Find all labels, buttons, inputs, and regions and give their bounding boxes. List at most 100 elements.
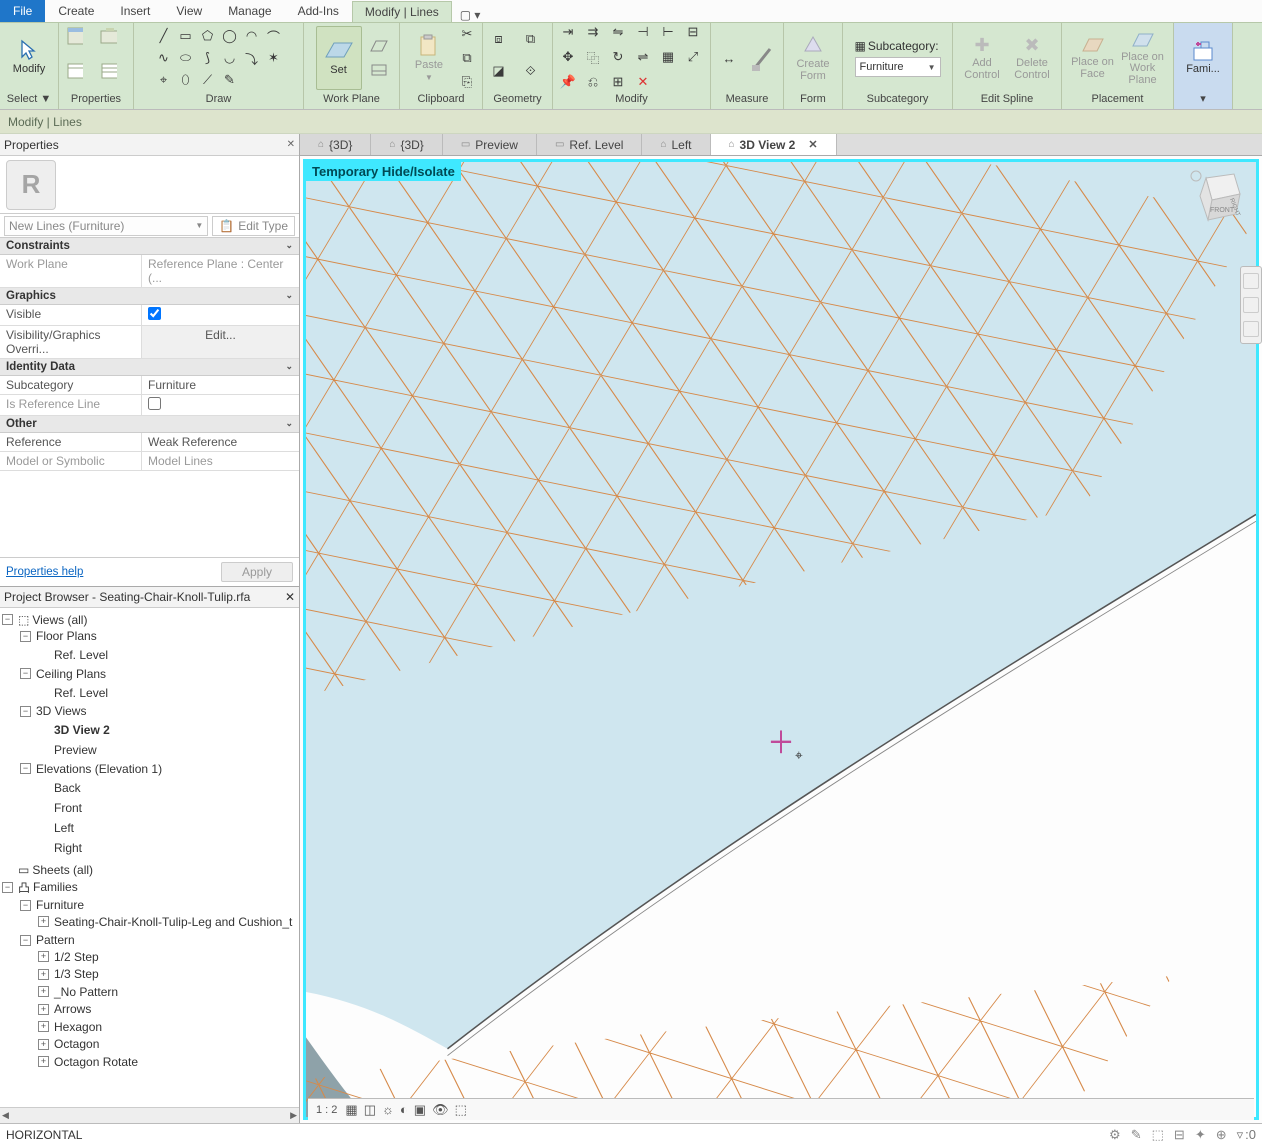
project-browser-close[interactable]: ✕ xyxy=(285,590,295,604)
tab-insert[interactable]: Insert xyxy=(107,0,163,22)
geom-split[interactable]: ⟐ xyxy=(522,62,540,80)
match-btn[interactable]: ⎘ xyxy=(458,73,476,91)
geom-paint[interactable]: ◪ xyxy=(490,62,508,80)
tree-elevations[interactable]: Elevations (Elevation 1) xyxy=(36,762,162,776)
tab-file[interactable]: File xyxy=(0,0,45,22)
tree-p4[interactable]: Arrows xyxy=(54,1002,91,1016)
row-reference[interactable]: ReferenceWeak Reference xyxy=(0,433,299,452)
view-scale[interactable]: 1 : 2 xyxy=(316,1104,337,1116)
place-wp-button[interactable]: Place on Work Plane xyxy=(1120,26,1166,90)
tree-views[interactable]: Views (all) xyxy=(32,613,87,627)
tree-fp-ref[interactable]: Ref. Level xyxy=(54,648,108,662)
workplane-tool[interactable]: Set xyxy=(316,26,362,90)
tree-p7[interactable]: Octagon Rotate xyxy=(54,1055,138,1069)
properties-btn-3[interactable] xyxy=(65,61,83,79)
tree-toggle[interactable]: − xyxy=(20,631,31,642)
edit-type-button[interactable]: 📋 Edit Type xyxy=(212,216,295,236)
close-icon[interactable]: ✕ xyxy=(808,138,817,151)
status-icon-4[interactable]: ⊟ xyxy=(1174,1127,1185,1143)
tree-ceilingplans[interactable]: Ceiling Plans xyxy=(36,667,106,681)
draw-arc2[interactable]: ⌒ xyxy=(265,27,283,45)
tree-toggle[interactable]: + xyxy=(38,1039,49,1050)
shadow-icon[interactable]: ◐ xyxy=(400,1102,408,1118)
status-icon-2[interactable]: ✎ xyxy=(1131,1127,1142,1143)
pb-scroll[interactable]: ◀▶ xyxy=(0,1107,299,1123)
delete-control-button[interactable]: ✖ Delete Control xyxy=(1009,26,1055,90)
draw-pick[interactable]: ⌖ xyxy=(155,71,173,89)
draw-line[interactable]: ╱ xyxy=(155,27,173,45)
tree-toggle[interactable]: + xyxy=(38,1021,49,1032)
create-form-button[interactable]: Create Form xyxy=(790,26,836,90)
tree-left[interactable]: Left xyxy=(54,821,74,835)
project-browser-tree[interactable]: −⬚ Views (all) −Floor Plans Ref. Level −… xyxy=(0,608,299,1107)
draw-star[interactable]: ✶ xyxy=(265,49,283,67)
properties-close[interactable]: ✕ xyxy=(287,139,295,150)
hide-icon[interactable]: 👁 xyxy=(432,1102,449,1118)
detail-level-icon[interactable]: ▦ xyxy=(345,1102,357,1118)
visual-style-icon[interactable]: ◫ xyxy=(364,1102,376,1118)
section-constraints[interactable]: Constraints⌄ xyxy=(0,238,299,255)
mod-rotate[interactable]: ↻ xyxy=(609,48,627,66)
mod-unpin[interactable]: ⎌ xyxy=(584,73,602,91)
visible-checkbox[interactable] xyxy=(148,307,161,320)
draw-arc5[interactable]: ⟋ xyxy=(199,71,217,89)
place-face-button[interactable]: Place on Face xyxy=(1070,26,1116,90)
draw-poly[interactable]: ⬠ xyxy=(199,27,217,45)
draw-ellipse2[interactable]: ⬯ xyxy=(177,71,195,89)
tree-toggle[interactable]: − xyxy=(20,763,31,774)
canvas[interactable]: ⌖ Temporary Hide/Isolate FRONT RIGHT xyxy=(300,156,1262,1123)
crop-icon[interactable]: ▣ xyxy=(414,1102,426,1118)
type-selector[interactable]: New Lines (Furniture) ▼ xyxy=(4,216,208,236)
modify-tool[interactable]: Modify xyxy=(6,25,52,89)
group-select-label[interactable]: Select ▼ xyxy=(7,93,52,107)
nav-zoom[interactable] xyxy=(1243,273,1259,289)
geom-join[interactable]: ⧈ xyxy=(490,30,508,48)
mod-move[interactable]: ✥ xyxy=(559,48,577,66)
tree-pattern[interactable]: Pattern xyxy=(36,933,75,947)
tree-cp-ref[interactable]: Ref. Level xyxy=(54,686,108,700)
subcategory-select[interactable]: Furniture ▼ xyxy=(855,57,941,77)
view-tab-3[interactable]: ▭Ref. Level xyxy=(537,134,642,156)
tree-p1[interactable]: 1/2 Step xyxy=(54,950,99,964)
tree-sheets[interactable]: Sheets (all) xyxy=(32,863,93,877)
tree-toggle[interactable]: + xyxy=(38,969,49,980)
paste-button[interactable]: Paste ▼ xyxy=(406,26,452,90)
tree-3dviews[interactable]: 3D Views xyxy=(36,704,86,718)
copy-btn[interactable]: ⧉ xyxy=(458,49,476,67)
sun-icon[interactable]: ☼ xyxy=(382,1102,394,1118)
row-model-symbolic[interactable]: Model or SymbolicModel Lines xyxy=(0,452,299,471)
mod-delete[interactable]: ✕ xyxy=(634,73,652,91)
tab-modify-lines[interactable]: Modify | Lines xyxy=(352,1,452,22)
row-visible[interactable]: Visible xyxy=(0,305,299,326)
tree-3dview2[interactable]: 3D View 2 xyxy=(54,723,110,737)
row-vg[interactable]: Visibility/Graphics Overri...Edit... xyxy=(0,326,299,359)
draw-ellipse[interactable]: ⬭ xyxy=(177,49,195,67)
v[interactable] xyxy=(142,305,299,325)
tree-toggle[interactable]: + xyxy=(38,1004,49,1015)
mod-pin[interactable]: 📌 xyxy=(559,73,577,91)
view-tab-2[interactable]: ▭Preview xyxy=(443,134,537,156)
navigation-bar[interactable] xyxy=(1240,266,1262,344)
tree-furniture[interactable]: Furniture xyxy=(36,898,84,912)
tree-toggle[interactable]: − xyxy=(2,614,13,625)
filter-indicator[interactable]: ▿:0 xyxy=(1237,1127,1256,1143)
tab-create[interactable]: Create xyxy=(45,0,107,22)
draw-arc3[interactable]: ◡ xyxy=(221,49,239,67)
cut-btn[interactable]: ✂ xyxy=(458,25,476,43)
view-tab-5[interactable]: ⌂3D View 2✕ xyxy=(711,134,837,156)
mod-align[interactable]: ⇥ xyxy=(559,23,577,41)
draw-tool[interactable]: ✎ xyxy=(221,71,239,89)
draw-arc1[interactable]: ◠ xyxy=(243,27,261,45)
tree-floorplans[interactable]: Floor Plans xyxy=(36,629,97,643)
tree-toggle[interactable]: − xyxy=(2,882,13,893)
tree-toggle[interactable]: − xyxy=(20,668,31,679)
add-control-button[interactable]: ✚ Add Control xyxy=(959,26,1005,90)
tree-right[interactable]: Right xyxy=(54,841,82,855)
ribbon-extra[interactable]: ▢ ▾ xyxy=(460,8,481,22)
mod-extend[interactable]: ⊢ xyxy=(659,23,677,41)
measure-dim[interactable]: ↔ xyxy=(717,46,741,70)
draw-arc4[interactable]: ⤵ xyxy=(243,49,261,67)
family-button[interactable]: Fami... xyxy=(1180,26,1226,90)
tree-front[interactable]: Front xyxy=(54,801,82,815)
tree-families[interactable]: Families xyxy=(33,880,78,894)
